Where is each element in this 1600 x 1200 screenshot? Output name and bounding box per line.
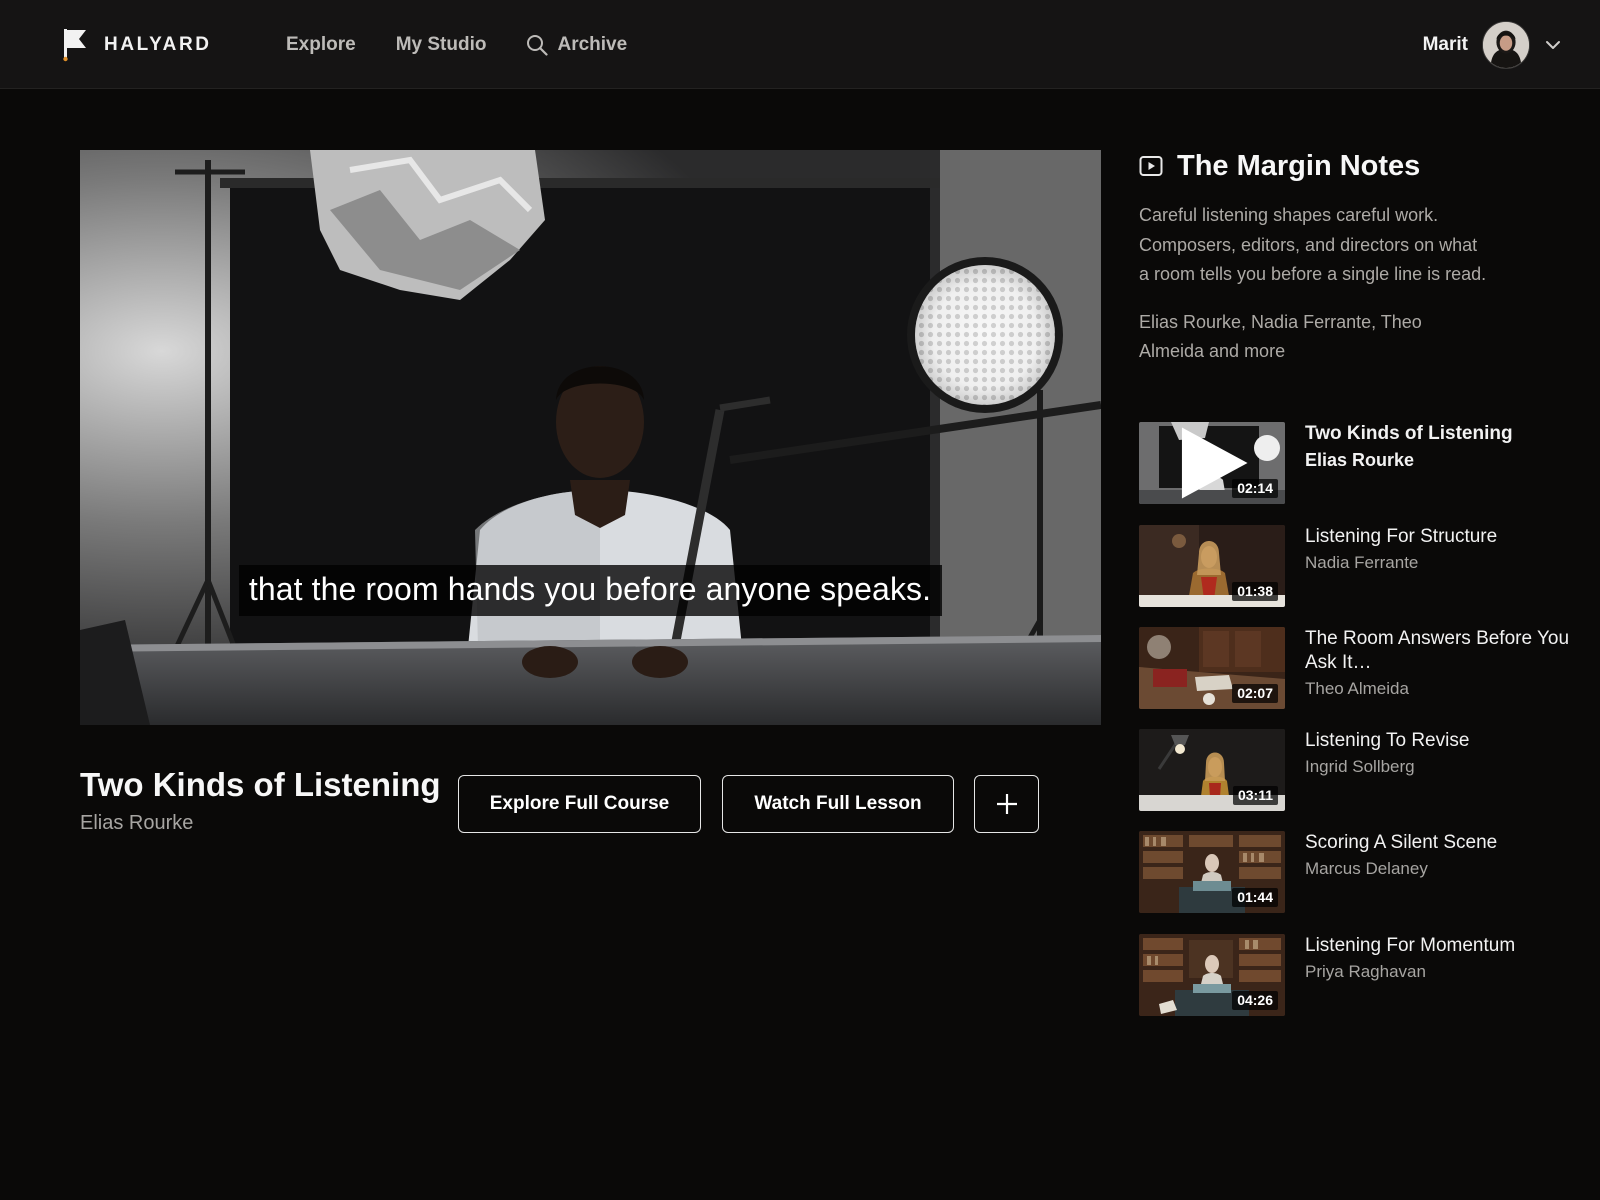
- playlist-item-text: Scoring A Silent Scene Marcus Delaney: [1305, 831, 1575, 879]
- nav-my-studio-label: My Studio: [395, 33, 487, 55]
- playlist-item[interactable]: 01:38 Listening For Structure Nadia Ferr…: [1139, 525, 1579, 609]
- playlist-item-title: Scoring A Silent Scene: [1305, 832, 1498, 853]
- video-duration: 02:07: [1232, 684, 1278, 703]
- playlist-item-author: Elias Rourke: [1305, 450, 1415, 470]
- playlist-item-author: Ingrid Sollberg: [1305, 757, 1415, 776]
- nav-archive-label: Archive: [557, 33, 628, 55]
- brand-logo[interactable]: HALYARD: [60, 28, 212, 62]
- playlist-item-author: Marcus Delaney: [1305, 859, 1428, 878]
- caption-text: that the room hands you before anyone sp…: [238, 565, 943, 616]
- video-player[interactable]: that the room hands you before anyone sp…: [80, 150, 1101, 725]
- flag-icon: [63, 29, 86, 62]
- playlist-item-author: Theo Almeida: [1305, 679, 1409, 698]
- playlist-thumbnail: 03:11: [1139, 729, 1285, 811]
- playlist-item-title: Listening For Structure: [1305, 526, 1498, 547]
- avatar[interactable]: [1482, 21, 1530, 69]
- nav-my-studio[interactable]: My Studio: [396, 34, 487, 56]
- playlist-item-text: Two Kinds of Listening Elias Rourke: [1305, 422, 1575, 471]
- playlist-item-title: Listening For Momentum: [1305, 935, 1516, 956]
- playlist-thumbnail: 02:14: [1139, 422, 1285, 504]
- playlist-thumbnail: 01:44: [1139, 831, 1285, 913]
- playlist-item-text: The Room Answers Before You Ask It… Theo…: [1305, 627, 1575, 699]
- lesson-title: Two Kinds of Listening: [80, 766, 441, 803]
- add-to-list-button[interactable]: [974, 775, 1039, 833]
- video-duration: 02:14: [1232, 479, 1278, 498]
- playlist-item[interactable]: 04:26 Listening For Momentum Priya Ragha…: [1139, 934, 1579, 1018]
- explore-full-course-button[interactable]: Explore Full Course: [458, 775, 701, 833]
- user-menu[interactable]: Marit: [1423, 21, 1562, 69]
- nav-archive[interactable]: Archive: [526, 34, 627, 56]
- video-duration: 03:11: [1232, 786, 1278, 805]
- video-duration: 04:26: [1232, 991, 1278, 1010]
- playlist-thumbnail: 01:38: [1139, 525, 1285, 607]
- plus-icon: [996, 794, 1017, 814]
- video-duration: 01:44: [1232, 888, 1278, 907]
- top-navigation-bar: HALYARD Explore My Studio Archive Marit: [0, 0, 1600, 89]
- playlist-item[interactable]: 03:11 Listening To Revise Ingrid Sollber…: [1139, 729, 1579, 813]
- series-title: The Margin Notes: [1177, 149, 1421, 182]
- series-header: The Margin Notes: [1139, 148, 1559, 184]
- nav-explore[interactable]: Explore: [286, 34, 356, 56]
- playlist-item[interactable]: 02:14 Two Kinds of Listening Elias Rourk…: [1139, 422, 1579, 506]
- playlist-item-author: Nadia Ferrante: [1305, 553, 1419, 572]
- video-duration: 01:38: [1232, 582, 1278, 601]
- nav-explore-label: Explore: [286, 33, 356, 55]
- playlist-item[interactable]: 01:44 Scoring A Silent Scene Marcus Dela…: [1139, 831, 1579, 915]
- series-description: Careful listening shapes careful work. C…: [1139, 205, 1487, 284]
- user-name: Marit: [1422, 34, 1468, 55]
- main-nav: Explore My Studio Archive: [286, 0, 667, 89]
- playlist-item-title: Listening To Revise: [1305, 730, 1470, 751]
- playlist-item-text: Listening To Revise Ingrid Sollberg: [1305, 729, 1575, 777]
- series-contributors: Elias Rourke, Nadia Ferrante, Theo Almei…: [1139, 311, 1422, 362]
- playlist-thumbnail: 02:07: [1139, 627, 1285, 709]
- play-square-icon: [1139, 156, 1163, 176]
- brand-name: HALYARD: [104, 34, 212, 55]
- playlist-item[interactable]: 02:07 The Room Answers Before You Ask It…: [1139, 627, 1579, 711]
- chevron-down-icon[interactable]: [1544, 36, 1562, 54]
- search-icon: [527, 34, 549, 56]
- playlist-thumbnail: 04:26: [1139, 934, 1285, 1016]
- lesson-author: Elias Rourke: [80, 812, 194, 834]
- playlist-item-text: Listening For Momentum Priya Raghavan: [1305, 934, 1575, 982]
- playlist-item-title: Two Kinds of Listening: [1305, 423, 1513, 444]
- watch-full-lesson-button[interactable]: Watch Full Lesson: [722, 775, 954, 833]
- playlist-item-author: Priya Raghavan: [1305, 962, 1426, 981]
- playlist-item-text: Listening For Structure Nadia Ferrante: [1305, 525, 1575, 573]
- video-caption: that the room hands you before anyone sp…: [80, 565, 1101, 616]
- series-panel: The Margin Notes Careful listening shape…: [1139, 148, 1559, 367]
- video-frame: [80, 150, 1101, 725]
- playlist-item-title: The Room Answers Before You Ask It…: [1305, 628, 1570, 673]
